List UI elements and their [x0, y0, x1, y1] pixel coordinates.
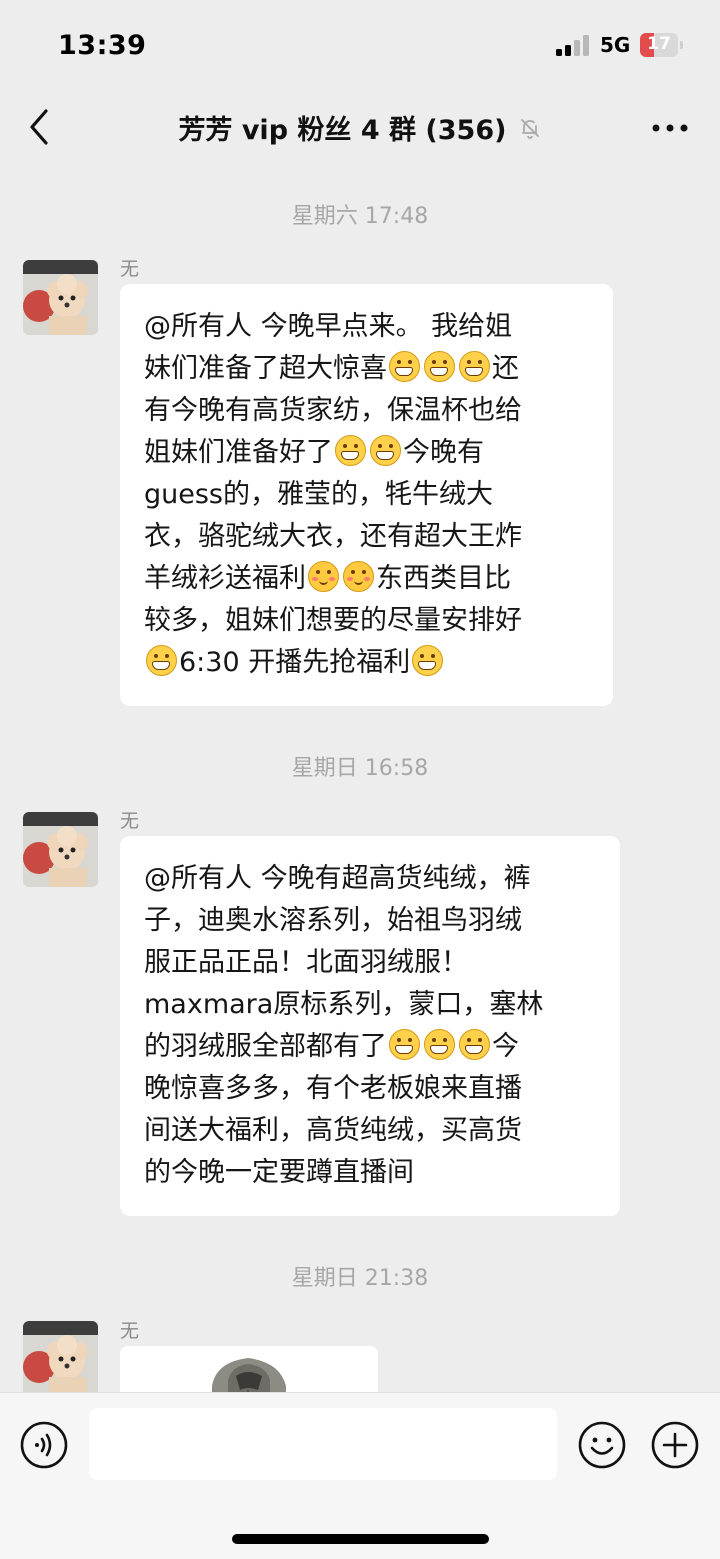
grin-emoji-icon [146, 645, 177, 676]
message-bubble[interactable]: @所有人 今晚有超高货纯绒，裤 子，迪奥水溶系列，始祖鸟羽绒 服正品正品！北面羽绒服… [120, 836, 620, 1216]
shy-emoji-icon [308, 561, 339, 592]
message-text: 6:30 开播先抢福利 [179, 647, 411, 678]
grin-emoji-icon [424, 1029, 455, 1060]
message-bubble[interactable]: @所有人 今晚早点来。 我给姐 妹们准备了超大惊喜还有今晚有高货家纺，保温杯也给姐… [120, 284, 613, 706]
message-text: 较多，姐妹们想要的尽量安排好 [144, 605, 522, 636]
status-bar: 13:39 5G 17 [0, 0, 720, 90]
voice-button[interactable] [20, 1421, 68, 1469]
more-button[interactable] [648, 110, 692, 146]
message-text: 妹们准备了超大惊喜 [144, 353, 387, 384]
avatar[interactable] [23, 812, 98, 887]
message-text: 东西类目比 [376, 563, 511, 594]
message-line: 晚惊喜多多，有个老板娘来直播 [144, 1068, 596, 1110]
message-text: 晚惊喜多多，有个老板娘来直播 [144, 1073, 522, 1104]
emoji-icon [578, 1421, 626, 1469]
message-line: 衣，骆驼绒大衣，还有超大王炸 [144, 516, 589, 558]
message-text: 间送大福利，高货纯绒，买高货 [144, 1115, 522, 1146]
signal-strength-icon [556, 34, 590, 56]
message-text: 服正品正品！北面羽绒服！ [144, 947, 468, 978]
grin-emoji-icon [389, 1029, 420, 1060]
message-text: 有今晚有高货家纺，保温杯也给 [144, 395, 522, 426]
chat-messages[interactable]: 星期六 17:48 无 @所有人 今晚早点来。 我给姐 妹们准备了超大惊喜 还有今晚… [0, 168, 720, 1392]
message-text: 今 [492, 1031, 519, 1062]
message-line: guess的，雅莹的，牦牛绒大 [144, 474, 589, 516]
message-text: guess的，雅莹的，牦牛绒大 [144, 479, 493, 510]
grin-emoji-icon [412, 645, 444, 676]
message-line: maxmara原标系列，蒙口，塞林 [144, 984, 596, 1026]
home-indicator [232, 1534, 489, 1544]
message-text: 今晚有 [403, 437, 484, 468]
jacket-photo-icon [120, 1346, 378, 1392]
message-line: 服正品正品！北面羽绒服！ [144, 942, 596, 984]
plus-icon [651, 1421, 699, 1469]
bell-off-icon [520, 118, 539, 139]
message-text: 衣，骆驼绒大衣，还有超大王炸 [144, 521, 522, 552]
grin-emoji-icon [335, 435, 366, 466]
grin-emoji-icon [389, 351, 420, 382]
poodle-avatar-icon [23, 812, 98, 887]
message-text: 的羽绒服全部都有了 [144, 1031, 387, 1062]
chat-title: 芳芳 vip 粉丝 4 群 (356) [178, 115, 507, 146]
grin-emoji-icon [370, 435, 401, 466]
input-bar [0, 1392, 720, 1559]
grin-emoji-icon [424, 351, 455, 382]
message-line: 姐妹们准备好了 今晚有 [144, 432, 589, 474]
battery-icon: 17 [640, 33, 678, 57]
message-text: 姐妹们准备好了 [144, 437, 333, 468]
image-message[interactable] [120, 1346, 378, 1392]
message-text: @所有人 今晚有超高货纯绒，裤 [144, 863, 531, 894]
sender-name: 无 [120, 810, 140, 832]
grin-emoji-icon [459, 1029, 490, 1060]
message-line: 6:30 开播先抢福利 [144, 642, 589, 684]
sender-name: 无 [120, 258, 140, 280]
timestamp: 星期六 17:48 [291, 204, 429, 229]
message-line: 的羽绒服全部都有了 今 [144, 1026, 596, 1068]
message-line: 的今晚一定要蹲直播间 [144, 1152, 596, 1194]
message-line: 较多，姐妹们想要的尽量安排好 [144, 600, 589, 642]
shy-emoji-icon [343, 561, 374, 592]
voice-icon [20, 1421, 68, 1469]
timestamp: 星期日 21:38 [291, 1266, 429, 1291]
message-line: 妹们准备了超大惊喜 还 [144, 348, 589, 390]
message-text: 子，迪奥水溶系列，始祖鸟羽绒 [144, 905, 522, 936]
message-line: 羊绒衫送福利 东西类目比 [144, 558, 589, 600]
message-text: @所有人 今晚早点来。 我给姐 [144, 311, 513, 342]
poodle-avatar-icon [23, 1321, 98, 1392]
ellipsis-icon [652, 124, 688, 132]
poodle-avatar-icon [23, 260, 98, 335]
chat-header: 芳芳 vip 粉丝 4 群 (356) [0, 90, 720, 168]
avatar[interactable] [23, 1321, 98, 1392]
plus-button[interactable] [651, 1421, 699, 1469]
timestamp: 星期日 16:58 [291, 756, 429, 781]
network-type: 5G [600, 33, 631, 57]
message-line: 子，迪奥水溶系列，始祖鸟羽绒 [144, 900, 596, 942]
status-time: 13:39 [58, 30, 147, 61]
battery-tip [680, 41, 683, 49]
battery-level: 17 [647, 34, 671, 54]
message-input[interactable] [89, 1408, 557, 1480]
avatar[interactable] [23, 260, 98, 335]
message-line: @所有人 今晚有超高货纯绒，裤 [144, 858, 596, 900]
message-text: 的今晚一定要蹲直播间 [144, 1157, 414, 1188]
chat-title-wrap: 芳芳 vip 粉丝 4 群 (356) [0, 108, 720, 147]
message-line: 有今晚有高货家纺，保温杯也给 [144, 390, 589, 432]
message-line: 间送大福利，高货纯绒，买高货 [144, 1110, 596, 1152]
message-text: 羊绒衫送福利 [144, 563, 306, 594]
sender-name: 无 [120, 1320, 140, 1342]
emoji-button[interactable] [578, 1421, 626, 1469]
grin-emoji-icon [459, 351, 490, 382]
message-line: @所有人 今晚早点来。 我给姐 [144, 306, 589, 348]
message-text: 还 [492, 353, 519, 384]
message-text: maxmara原标系列，蒙口，塞林 [144, 989, 544, 1020]
